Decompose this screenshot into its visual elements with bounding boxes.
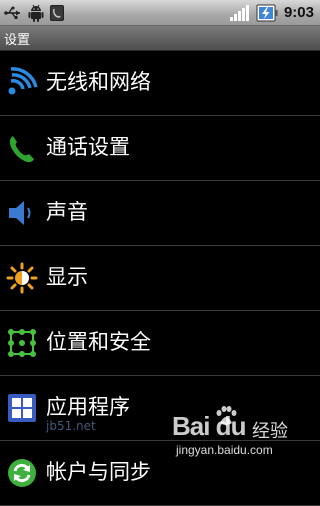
settings-item-label: 显示 [46, 265, 88, 289]
status-left [4, 3, 64, 22]
battery-charging-icon [256, 4, 278, 21]
settings-list: 无线和网络 通话设置 声音 显示 位置和安全 应用程序 帐户与同步 [0, 51, 320, 506]
settings-item-label: 位置和安全 [46, 330, 151, 354]
android-debug-icon [28, 4, 44, 22]
page-title: 设置 [4, 33, 31, 48]
phone-icon [9, 136, 34, 163]
settings-item-label: 帐户与同步 [46, 460, 151, 484]
brightness-icon [6, 262, 38, 294]
settings-item-location-security[interactable]: 位置和安全 [0, 311, 320, 376]
settings-item-wireless[interactable]: 无线和网络 [0, 51, 320, 116]
title-bar: 设置 [0, 26, 320, 51]
settings-item-label: 应用程序 [46, 395, 130, 419]
speaker-icon [9, 201, 31, 225]
settings-item-call[interactable]: 通话设置 [0, 116, 320, 181]
settings-item-display[interactable]: 显示 [0, 246, 320, 311]
notification-icon [50, 4, 64, 21]
status-right: 9:03 [229, 2, 314, 23]
lock-pattern-icon [8, 329, 36, 357]
usb-icon [4, 6, 20, 19]
settings-item-label: 通话设置 [46, 135, 130, 159]
status-time: 9:03 [283, 4, 314, 21]
settings-item-label: 无线和网络 [46, 70, 151, 94]
status-bar: 9:03 [0, 0, 320, 26]
settings-item-sound[interactable]: 声音 [0, 181, 320, 246]
settings-item-label: 声音 [46, 200, 88, 224]
settings-item-accounts-sync[interactable]: 帐户与同步 [0, 441, 320, 506]
applications-icon [8, 394, 36, 422]
signal-icon [229, 4, 249, 21]
settings-item-applications[interactable]: 应用程序 [0, 376, 320, 441]
sync-icon [8, 459, 36, 487]
wifi-icon [8, 67, 38, 95]
